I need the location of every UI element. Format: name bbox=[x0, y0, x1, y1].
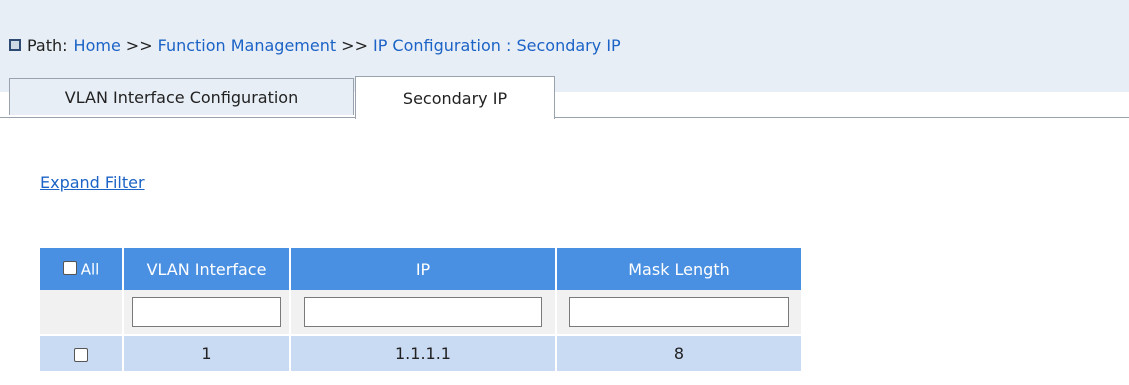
filter-cell-ip bbox=[290, 290, 557, 335]
row-checkbox[interactable] bbox=[74, 347, 88, 362]
cell-ip: 1.1.1.1 bbox=[290, 334, 557, 371]
filter-cell-mask bbox=[556, 290, 801, 335]
tab-vlan-interface-configuration[interactable]: VLAN Interface Configuration bbox=[9, 78, 354, 115]
column-header-vlan-interface: VLAN Interface bbox=[123, 248, 291, 290]
column-header-mask-length: Mask Length bbox=[556, 248, 801, 290]
breadcrumb-current-page[interactable]: IP Configuration : Secondary IP bbox=[373, 36, 621, 55]
ip-filter-input[interactable] bbox=[304, 297, 542, 327]
vlan-interface-filter-input[interactable] bbox=[132, 297, 281, 327]
tab-secondary-ip[interactable]: Secondary IP bbox=[355, 76, 555, 119]
table-row: 1 1.1.1.1 8 bbox=[40, 334, 801, 371]
table-header-row: All VLAN Interface IP Mask Length bbox=[40, 248, 801, 290]
mask-length-filter-input[interactable] bbox=[569, 297, 789, 327]
expand-filter-link[interactable]: Expand Filter bbox=[40, 173, 145, 192]
breadcrumb: Path: Home >> Function Management >> IP … bbox=[9, 34, 621, 56]
filter-cell-vlan bbox=[123, 290, 291, 335]
select-all-checkbox[interactable] bbox=[62, 261, 77, 276]
cell-mask-length: 8 bbox=[556, 334, 801, 371]
breadcrumb-separator: >> bbox=[125, 35, 153, 55]
column-header-ip: IP bbox=[290, 248, 557, 290]
breadcrumb-home[interactable]: Home bbox=[74, 36, 121, 55]
select-all-header[interactable]: All bbox=[40, 248, 124, 290]
filter-row bbox=[40, 290, 801, 335]
select-all-label: All bbox=[80, 260, 100, 279]
square-icon bbox=[9, 39, 21, 51]
secondary-ip-page: Path: Home >> Function Management >> IP … bbox=[0, 0, 1129, 385]
row-select-cell bbox=[40, 334, 124, 371]
filter-cell-empty bbox=[40, 290, 124, 335]
tab-divider bbox=[0, 117, 1129, 118]
breadcrumb-separator: >> bbox=[341, 35, 368, 55]
cell-vlan-interface: 1 bbox=[123, 334, 291, 371]
secondary-ip-table: All VLAN Interface IP Mask Length 1 1.1.… bbox=[40, 248, 801, 371]
path-label: Path: bbox=[27, 35, 68, 55]
breadcrumb-function-management[interactable]: Function Management bbox=[158, 36, 337, 55]
